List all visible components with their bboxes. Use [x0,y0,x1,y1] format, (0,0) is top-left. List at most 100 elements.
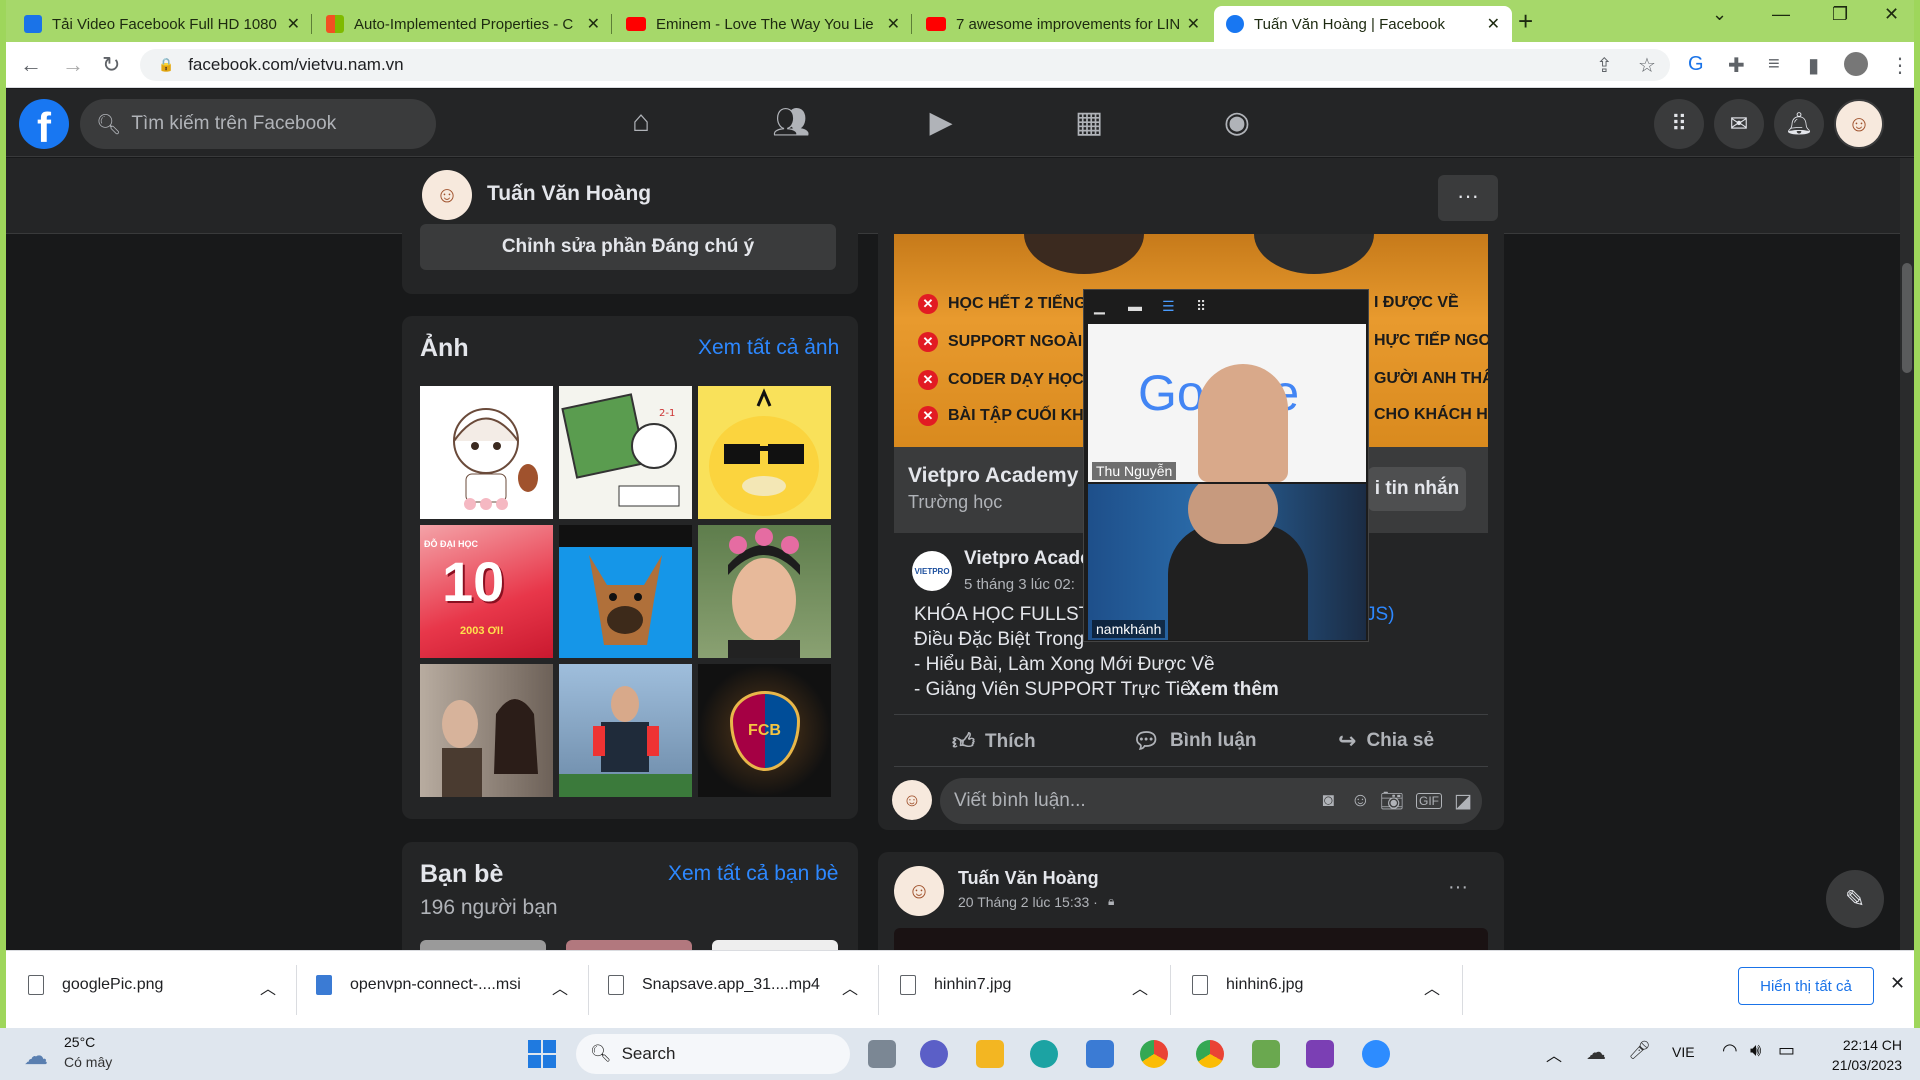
microphone-icon[interactable]: 🎤︎ [1628,1040,1651,1061]
comment-input[interactable]: Viết bình luận... ◙ ☺ 📷︎ GIF ◪ [940,778,1482,824]
download-item[interactable]: hinhin6.jpg [1192,975,1303,995]
post-time[interactable]: 5 tháng 3 lúc 02: [964,576,1075,593]
bookmark-star-icon[interactable]: ☆ [1638,53,1656,78]
groups-icon[interactable]: ◉ [1217,105,1257,140]
photo-tile[interactable] [420,386,553,519]
profile-avatar[interactable]: ☺ [422,170,472,220]
photo-tile[interactable] [420,664,553,797]
wifi-icon[interactable]: ◠ [1722,1040,1738,1061]
participant-tile-1[interactable]: Google Thu Nguyễn [1088,324,1366,482]
marketplace-icon[interactable]: ▦ [1069,105,1109,140]
edge-icon[interactable] [1030,1040,1058,1068]
photo-tile[interactable]: FCB [698,664,831,797]
tab-4[interactable]: 7 awesome improvements for LIN ✕ [914,6,1212,42]
notifications-bell-icon[interactable]: 🔔︎ [1774,99,1824,149]
camera-icon[interactable]: 📷︎ [1380,789,1404,813]
close-icon[interactable]: ✕ [1187,14,1200,34]
download-item[interactable]: hinhin7.jpg [900,975,1011,995]
photo-tile[interactable] [559,525,692,658]
emoji-icon[interactable]: ☺ [1351,790,1370,812]
profile-more-button[interactable]: ··· [1438,175,1498,221]
watch-icon[interactable]: ▶ [921,105,961,140]
file-explorer-icon[interactable] [976,1040,1004,1068]
profile-avatar-icon[interactable] [1844,52,1868,76]
browser-menu-icon[interactable]: ⋮ [1890,53,1910,78]
tab-search-icon[interactable]: ⌄ [1712,4,1727,25]
taskbar-search[interactable]: 🔍︎ Search [576,1034,850,1074]
chrome-profile-icon[interactable] [1196,1040,1224,1068]
reload-icon[interactable]: ↻ [102,52,120,78]
facebook-search-input[interactable]: 🔍︎ Tìm kiếm trên Facebook [80,99,436,149]
send-message-button[interactable]: i tin nhắn [1368,467,1466,511]
tab-2[interactable]: Auto-Implemented Properties - C ✕ [314,6,612,42]
language-indicator[interactable]: VIE [1672,1044,1695,1060]
close-icon[interactable]: ✕ [1487,14,1500,34]
translate-icon[interactable]: G [1688,53,1704,76]
post2-avatar[interactable]: ☺ [894,866,944,916]
post2-more-button[interactable]: ··· [1448,876,1468,899]
profile-name[interactable]: Tuấn Văn Hoàng [487,182,651,206]
chrome-icon[interactable] [1140,1040,1168,1068]
extensions-icon[interactable]: ✚ [1728,53,1745,78]
media-icon[interactable]: ≡ [1768,53,1780,76]
see-all-friends-link[interactable]: Xem tất cả bạn bè [668,862,838,886]
participant-tile-2[interactable]: namkhánh [1088,484,1366,640]
chevron-up-icon[interactable]: ︿ [1424,975,1440,999]
teams-chat-icon[interactable] [920,1040,948,1068]
close-icon[interactable]: ✕ [887,14,900,34]
minimize-call-icon[interactable]: ▁ [1094,298,1105,315]
friends-icon[interactable]: 👥︎ [771,105,811,140]
show-all-downloads-button[interactable]: Hiển thị tất cả [1738,967,1874,1005]
page-name[interactable]: Vietpro Academy [908,464,1078,488]
gif-icon[interactable]: GIF [1416,793,1442,809]
comment-button[interactable]: 💬︎ Bình luận [1132,728,1257,754]
download-item[interactable]: Snapsave.app_31....mp4 [608,975,820,995]
scrollbar-thumb[interactable] [1902,263,1912,373]
forward-icon[interactable]: → [62,52,84,78]
single-view-icon[interactable]: ▬ [1128,298,1142,314]
account-avatar[interactable]: ☺ [1834,99,1884,149]
see-all-photos-link[interactable]: Xem tất cả ảnh [698,336,839,360]
chevron-up-icon[interactable]: ︿ [1546,1042,1562,1066]
onedrive-icon[interactable]: ☁ [1586,1040,1606,1065]
grid-view-icon[interactable]: ⠿ [1196,298,1206,315]
facebook-logo-icon[interactable]: f [19,99,69,151]
comment-avatar[interactable]: ☺ [892,780,932,820]
video-call-window[interactable]: ▁ ▬ ☰ ⠿ Google Thu Nguyễn namkhánh [1083,289,1369,642]
close-icon[interactable]: ✕ [587,14,600,34]
home-icon[interactable]: ⌂ [621,105,661,139]
system-clock[interactable]: 22:14 CH 21/03/2023 [1832,1035,1902,1075]
zoom-icon[interactable] [1362,1040,1390,1068]
post2-author[interactable]: Tuấn Văn Hoàng [958,868,1099,889]
photo-tile[interactable] [698,525,831,658]
close-downloads-icon[interactable]: ✕ [1890,973,1905,994]
chevron-up-icon[interactable]: ︿ [1132,975,1148,999]
messenger-icon[interactable]: ✉ [1714,99,1764,149]
new-tab-icon[interactable]: + [1518,6,1533,37]
see-more-link[interactable]: Xem thêm [1188,679,1279,701]
volume-icon[interactable]: 🔊︎ [1750,1040,1761,1061]
menu-grid-icon[interactable]: ⠿ [1654,99,1704,149]
post-author[interactable]: Vietpro Acade [964,548,1091,570]
avatar-sticker-icon[interactable]: ◙ [1323,790,1334,812]
share-button[interactable]: ↪ Chia sẻ [1338,728,1434,754]
stack-view-icon[interactable]: ☰ [1162,298,1175,315]
weather-temp[interactable]: 25°C [64,1034,95,1050]
restore-icon[interactable]: ❐ [1832,4,1848,25]
visual-studio-icon[interactable] [1306,1040,1334,1068]
page-logo-avatar[interactable]: VIETPRO [912,551,952,591]
page-scrollbar[interactable] [1900,158,1914,950]
task-view-icon[interactable] [868,1040,896,1068]
minimize-icon[interactable]: — [1772,4,1790,25]
chevron-up-icon[interactable]: ︿ [552,975,568,999]
edit-featured-button[interactable]: Chỉnh sửa phần Đáng chú ý [420,224,836,270]
store-icon[interactable] [1086,1040,1114,1068]
tab-3[interactable]: Eminem - Love The Way You Lie ✕ [614,6,912,42]
tab-5-active[interactable]: Tuấn Văn Hoàng | Facebook ✕ [1214,6,1512,42]
sticker-icon[interactable]: ◪ [1454,790,1472,813]
new-message-button[interactable]: ✎ [1826,870,1884,928]
photo-tile[interactable] [559,664,692,797]
post2-time[interactable]: 20 Tháng 2 lúc 15:33 · [958,894,1098,910]
download-item[interactable]: openvpn-connect-....msi [316,975,521,995]
paint-icon[interactable] [1252,1040,1280,1068]
